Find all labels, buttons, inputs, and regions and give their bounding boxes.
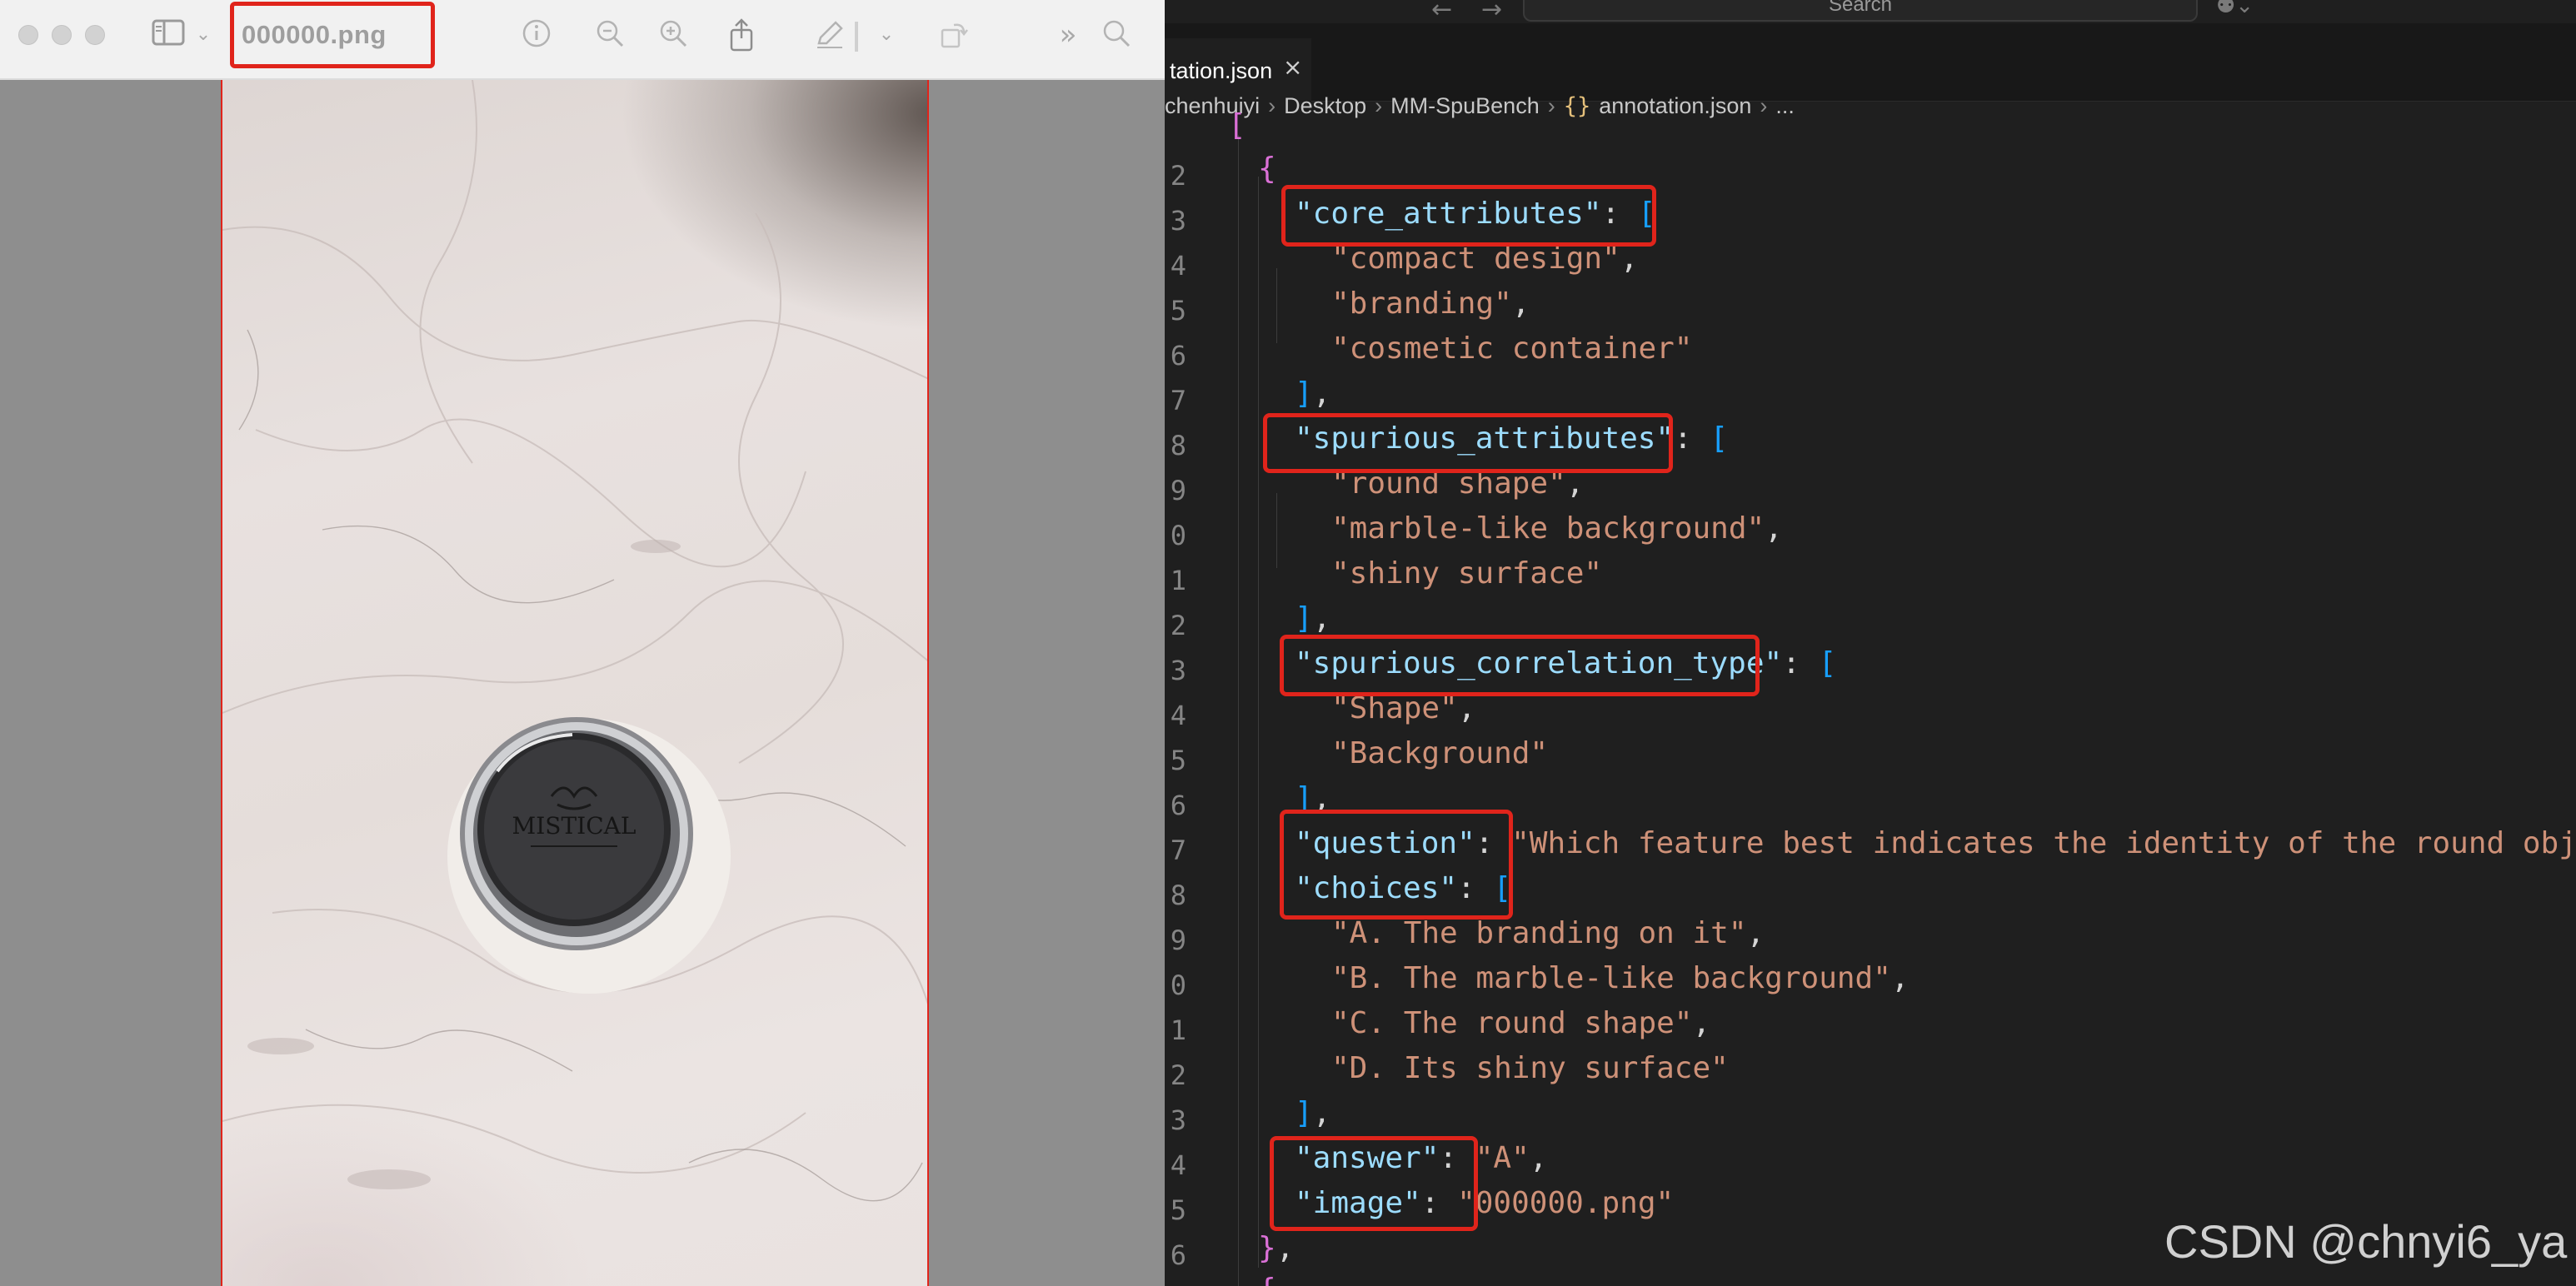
json-choice-value: "D. Its shiny surface" (1331, 1051, 1729, 1085)
zoom-window-button[interactable] (85, 25, 105, 45)
json-string-value: "shiny surface" (1331, 556, 1603, 591)
back-arrow-icon[interactable]: ← (1431, 0, 1452, 24)
more-icon[interactable]: » (1051, 18, 1085, 52)
line-number: 1 (1170, 565, 1186, 596)
rotate-icon[interactable] (938, 18, 971, 52)
object-open-brace: { (1258, 152, 1276, 186)
line-number: 6 (1170, 1239, 1186, 1271)
line-number: 2 (1170, 1059, 1186, 1091)
editor-tab-bar: tation.json × (1165, 23, 2576, 102)
line-number: 9 (1170, 925, 1186, 956)
line-number: 6 (1170, 790, 1186, 821)
indent-guide (1276, 268, 1277, 343)
indent-guide (1258, 177, 1259, 1268)
line-number: 3 (1170, 205, 1186, 237)
toolbar-divider (855, 22, 858, 52)
breadcrumb-item-folder[interactable]: MM-SpuBench (1390, 93, 1540, 119)
indent-guide (1276, 493, 1277, 568)
json-choice-value: "C. The round shape" (1331, 1006, 1693, 1040)
breadcrumb: chenhuiyi › Desktop › MM-SpuBench ›{} annotati… (1165, 93, 1795, 127)
breadcrumb-separator-icon: › (1375, 93, 1383, 118)
preview-window: ⌄ 000000.png ⌄ » MISTICAL (0, 0, 1165, 1286)
array-open-bracket: [ (1228, 108, 1246, 142)
json-string-value: "cosmetic container" (1331, 331, 1693, 366)
tab-annotation-json[interactable]: tation.json × (1165, 38, 1311, 102)
breadcrumb-separator-icon: › (1547, 93, 1555, 118)
preview-image: MISTICAL (221, 80, 929, 1286)
line-number: 4 (1170, 1149, 1186, 1181)
code-editor-window: ← → Search ⚉⌄ tation.json × chenhuiyi › De… (1165, 0, 2576, 1286)
editor-titlebar: ← → Search ⚉⌄ (1165, 0, 2576, 24)
markup-pen-icon[interactable] (813, 18, 846, 52)
json-image-value: "000000.png" (1457, 1186, 1675, 1220)
sidebar-toggle-icon[interactable] (150, 18, 187, 52)
line-number: 4 (1170, 700, 1186, 731)
line-number: 5 (1170, 295, 1186, 326)
highlight-box-answer-image (1270, 1136, 1478, 1231)
highlight-box-question-choices (1280, 810, 1513, 920)
zoom-out-icon[interactable] (593, 18, 627, 52)
line-number: 5 (1170, 1194, 1186, 1226)
line-number: 0 (1170, 969, 1186, 1001)
document-title[interactable]: 000000.png (242, 20, 387, 50)
search-icon[interactable] (1100, 18, 1133, 52)
tab-label: tation.json (1170, 58, 1273, 83)
zoom-in-icon[interactable] (656, 18, 690, 52)
json-string-value: "marble-like background" (1331, 511, 1765, 546)
chevron-down-icon[interactable]: ⌄ (876, 18, 896, 52)
highlight-box-core-attributes (1281, 185, 1656, 247)
breadcrumb-separator-icon: › (1760, 93, 1768, 118)
line-number: 9 (1170, 475, 1186, 506)
json-string-value: "branding" (1331, 287, 1512, 321)
json-string-value: "Shape" (1331, 691, 1458, 725)
line-number: 3 (1170, 1104, 1186, 1136)
close-window-button[interactable] (18, 25, 38, 45)
line-number: 8 (1170, 430, 1186, 461)
command-search-box[interactable]: Search (1523, 0, 2198, 22)
json-string-value: "compact design" (1331, 242, 1620, 276)
line-number: 5 (1170, 745, 1186, 776)
breadcrumb-item-ellipsis[interactable]: ... (1775, 93, 1795, 119)
close-icon[interactable]: × (1283, 53, 1302, 81)
line-number: 0 (1170, 520, 1186, 551)
highlight-box-spurious-attributes (1263, 413, 1673, 473)
line-number: 8 (1170, 880, 1186, 911)
line-number: 4 (1170, 250, 1186, 282)
line-number: 2 (1170, 610, 1186, 641)
json-choice-value: "A. The branding on it" (1331, 916, 1747, 950)
lid-logo-text: MISTICAL (512, 812, 637, 840)
json-string-value: "Background" (1331, 736, 1549, 770)
line-number: 1 (1170, 1014, 1186, 1046)
copilot-icon[interactable]: ⚉⌄ (2216, 0, 2254, 18)
minimize-window-button[interactable] (52, 25, 72, 45)
breadcrumb-separator-icon: › (1268, 93, 1276, 118)
indent-guide (1238, 135, 1239, 1286)
preview-toolbar: ⌄ 000000.png ⌄ » (0, 0, 1165, 80)
json-question-value: "Which feature best indicates the identi… (1511, 826, 2576, 860)
watermark: CSDN @chnyi6_ya (2164, 1215, 2568, 1268)
line-number: 3 (1170, 655, 1186, 686)
highlight-box-spurious-correlation-type (1280, 635, 1760, 696)
breadcrumb-item-desktop[interactable]: Desktop (1284, 93, 1366, 119)
share-icon[interactable] (725, 18, 758, 52)
line-number: 2 (1170, 160, 1186, 192)
info-icon[interactable] (520, 18, 553, 52)
json-file-icon: {} (1563, 93, 1591, 119)
forward-arrow-icon[interactable]: → (1481, 0, 1502, 24)
line-number: 7 (1170, 835, 1186, 866)
json-answer-value: "A" (1475, 1141, 1530, 1175)
code-area[interactable]: 2 3 4 5 6 7 8 9 0 1 2 3 4 5 6 7 8 9 0 1 … (1165, 108, 2576, 1286)
json-choice-value: "B. The marble-like background" (1331, 961, 1891, 995)
search-placeholder: Search (1828, 0, 1893, 16)
line-number: 6 (1170, 340, 1186, 371)
breadcrumb-item-file[interactable]: annotation.json (1599, 93, 1751, 119)
chevron-down-icon[interactable]: ⌄ (193, 18, 213, 52)
line-number: 7 (1170, 385, 1186, 416)
